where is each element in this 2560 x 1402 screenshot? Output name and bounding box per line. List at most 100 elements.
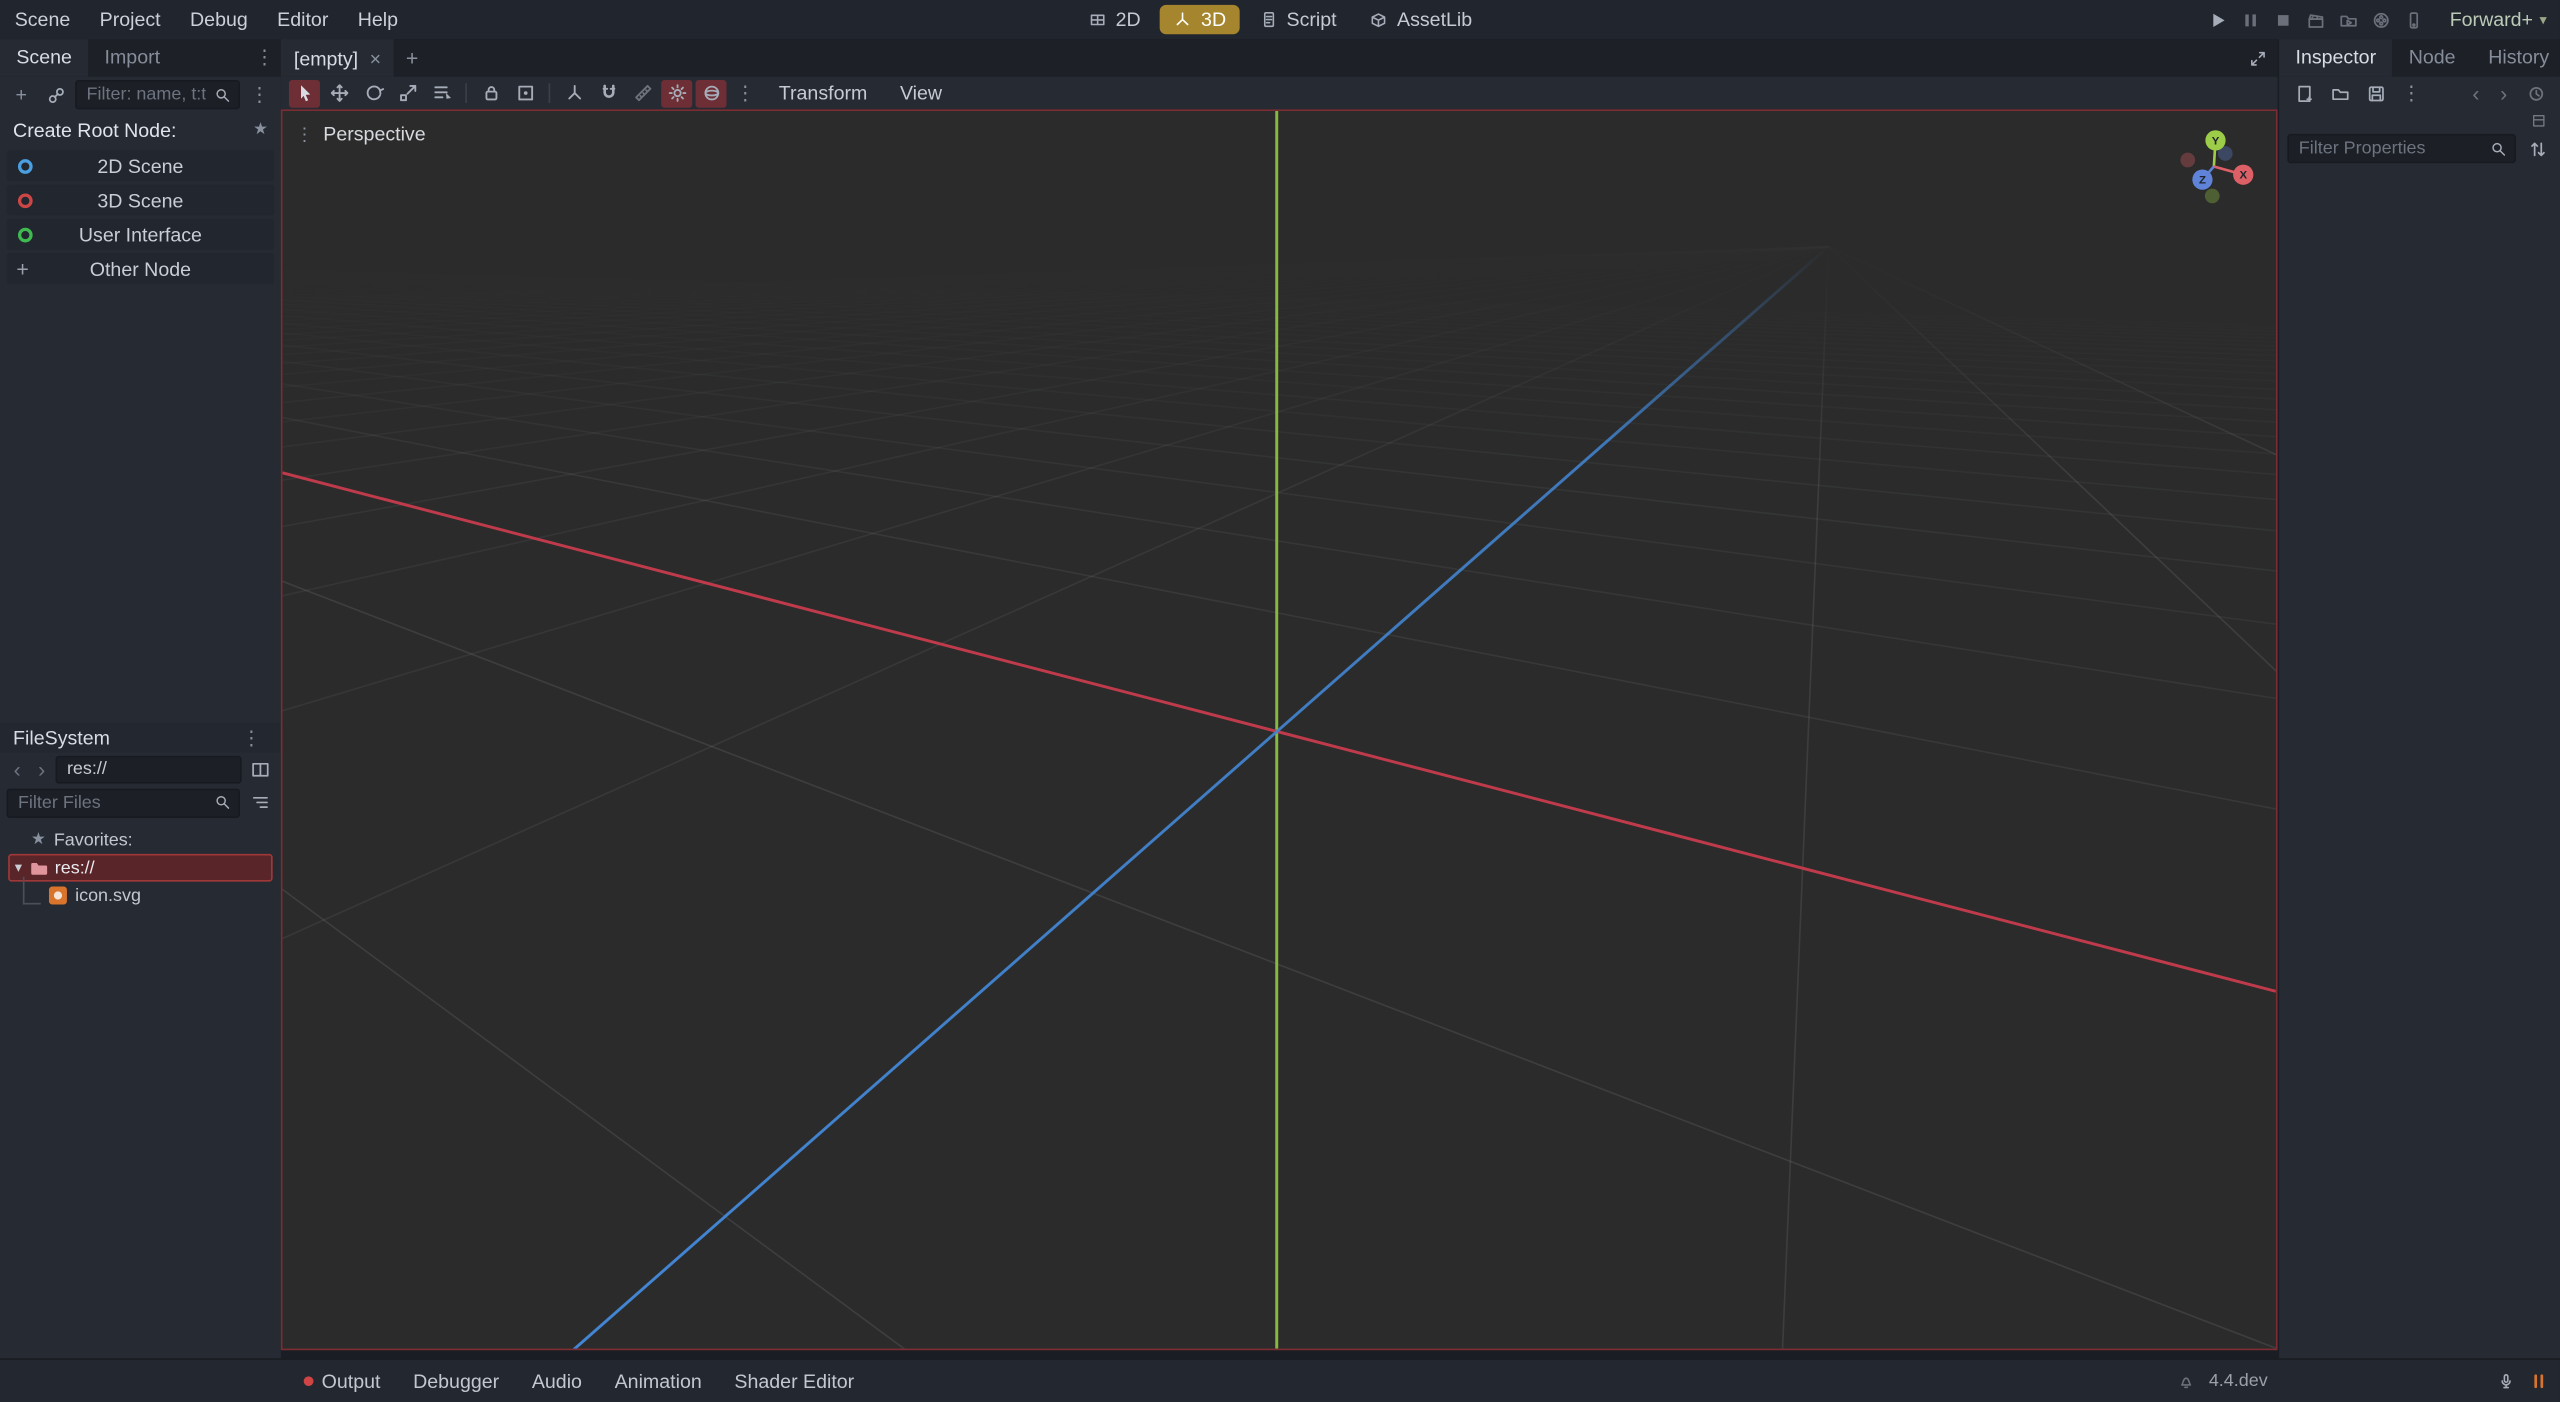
- menu-debug[interactable]: Debug: [175, 0, 262, 39]
- file-sort-icon[interactable]: [245, 789, 274, 817]
- load-resource-icon[interactable]: [2325, 79, 2354, 107]
- collapse-caret-icon[interactable]: ▾: [15, 859, 22, 877]
- list-select-tool-button[interactable]: [426, 79, 457, 107]
- lock-node-button[interactable]: [475, 79, 506, 107]
- pause-button[interactable]: [2241, 9, 2262, 30]
- workspace-2d-button[interactable]: 2D: [1075, 5, 1154, 34]
- add-node-button[interactable]: +: [7, 81, 36, 109]
- workspace-3d-button[interactable]: 3D: [1160, 5, 1239, 34]
- scene-filter-input[interactable]: [83, 83, 209, 106]
- indicator-bars-icon[interactable]: [2529, 1371, 2549, 1391]
- object-options-icon[interactable]: [2531, 112, 2547, 128]
- create-other-node-button[interactable]: + Other Node: [7, 253, 275, 284]
- play-custom-scene-button[interactable]: [2339, 9, 2360, 30]
- scene-tabstrip: [empty] × +: [281, 39, 2278, 77]
- snap-toggle-button[interactable]: [593, 79, 624, 107]
- favorites-star-icon[interactable]: ★: [253, 121, 268, 139]
- tab-import[interactable]: Import: [88, 39, 176, 77]
- renderer-dropdown[interactable]: Forward+ ▾: [2437, 8, 2547, 31]
- view-menu[interactable]: View: [885, 82, 957, 105]
- save-resource-icon[interactable]: [2361, 79, 2390, 107]
- tree-item-icon-svg[interactable]: icon.svg: [0, 882, 281, 910]
- current-path[interactable]: res://: [56, 756, 242, 784]
- bottom-tab-shader-editor[interactable]: Shader Editor: [718, 1370, 870, 1393]
- microphone-icon[interactable]: [2496, 1371, 2516, 1391]
- tab-inspector[interactable]: Inspector: [2279, 39, 2392, 77]
- menu-editor[interactable]: Editor: [262, 0, 343, 39]
- history-forward-icon[interactable]: ›: [2493, 81, 2514, 105]
- scene-dock-menu-icon[interactable]: ⋮: [248, 39, 281, 77]
- preview-sun-button[interactable]: [661, 79, 692, 107]
- 3d-viewport[interactable]: ⋮ Perspective Y X Z: [281, 109, 2278, 1350]
- ruler-tool-button[interactable]: [627, 79, 658, 107]
- preview-options-icon[interactable]: ⋮: [730, 79, 761, 107]
- create-2d-scene-button[interactable]: 2D Scene: [7, 150, 275, 181]
- history-icon[interactable]: [2521, 79, 2550, 107]
- history-back-icon[interactable]: ‹: [2465, 81, 2486, 105]
- axis-gizmo[interactable]: Y X Z: [2162, 114, 2266, 218]
- tree-item-res-root[interactable]: ▾ res://: [8, 854, 272, 882]
- workspace-assetlib-button[interactable]: AssetLib: [1356, 5, 1485, 34]
- menu-project[interactable]: Project: [85, 0, 175, 39]
- resource-options-icon[interactable]: ⋮: [2397, 79, 2426, 107]
- transform-menu[interactable]: Transform: [764, 82, 882, 105]
- property-filter-input[interactable]: [2296, 137, 2485, 160]
- scale-tool-button[interactable]: [392, 79, 423, 107]
- 2d-icon: [1088, 10, 1108, 30]
- scene-dock: Scene Import ⋮ + ⋮ Create Root Node: ★ 2…: [0, 39, 281, 723]
- menu-scene[interactable]: Scene: [0, 0, 85, 39]
- workspace-script-button[interactable]: Script: [1246, 5, 1350, 34]
- scene-tab-empty[interactable]: [empty] ×: [281, 39, 394, 77]
- toolbar-separator: [465, 83, 467, 103]
- workspace-2d-label: 2D: [1116, 8, 1141, 31]
- file-filter-input[interactable]: [15, 791, 209, 814]
- notifications-bell-icon[interactable]: [2176, 1371, 2196, 1391]
- svg-text:Y: Y: [2212, 135, 2220, 147]
- projection-label: Perspective: [323, 122, 425, 145]
- movie-maker-button[interactable]: [2371, 9, 2392, 30]
- select-tool-button[interactable]: [289, 79, 320, 107]
- preview-environment-button[interactable]: [696, 79, 727, 107]
- local-space-button[interactable]: [558, 79, 589, 107]
- scene-tab-label: [empty]: [294, 47, 358, 70]
- rotate-tool-button[interactable]: [358, 79, 389, 107]
- image-file-icon: [49, 887, 67, 905]
- play-button[interactable]: [2208, 9, 2229, 30]
- search-icon: [2490, 140, 2508, 158]
- create-3d-scene-button[interactable]: 3D Scene: [7, 184, 275, 215]
- distraction-free-icon[interactable]: [2248, 39, 2277, 77]
- assetlib-icon: [1369, 10, 1389, 30]
- menu-help[interactable]: Help: [343, 0, 413, 39]
- tab-scene[interactable]: Scene: [0, 39, 88, 77]
- close-icon[interactable]: ×: [370, 47, 381, 70]
- property-filter: [2287, 134, 2516, 163]
- tab-node[interactable]: Node: [2392, 39, 2471, 77]
- create-ui-scene-button[interactable]: User Interface: [7, 219, 275, 250]
- bottom-tab-animation[interactable]: Animation: [598, 1370, 718, 1393]
- property-sort-icon[interactable]: [2522, 135, 2551, 163]
- remote-deploy-button[interactable]: [2404, 9, 2425, 30]
- nav-back-icon[interactable]: ‹: [7, 758, 28, 782]
- axis-x-negative: [2180, 153, 2195, 168]
- nav-forward-icon[interactable]: ›: [31, 758, 52, 782]
- toggle-split-mode-icon[interactable]: [245, 756, 274, 784]
- bottom-tab-audio[interactable]: Audio: [516, 1370, 599, 1393]
- filesystem-menu-icon[interactable]: ⋮: [235, 723, 268, 752]
- instance-scene-button[interactable]: [41, 81, 70, 109]
- node3d-icon: [18, 193, 33, 208]
- move-tool-button[interactable]: [323, 79, 354, 107]
- projection-menu[interactable]: ⋮ Perspective: [296, 122, 426, 145]
- bottom-tab-debugger[interactable]: Debugger: [397, 1370, 516, 1393]
- bottom-tab-output[interactable]: Output: [287, 1370, 396, 1393]
- group-nodes-button[interactable]: [509, 79, 540, 107]
- stop-button[interactable]: [2273, 9, 2294, 30]
- svg-text:Z: Z: [2199, 175, 2206, 187]
- tab-history[interactable]: History: [2472, 39, 2560, 77]
- play-scene-button[interactable]: [2306, 9, 2327, 30]
- new-scene-tab-button[interactable]: +: [394, 39, 430, 77]
- new-resource-icon[interactable]: [2289, 79, 2318, 107]
- scene-filter-menu-icon[interactable]: ⋮: [245, 81, 274, 109]
- tree-item-label: icon.svg: [75, 886, 141, 906]
- favorites-row[interactable]: ★ Favorites:: [0, 826, 281, 854]
- folder-icon: [29, 858, 49, 878]
